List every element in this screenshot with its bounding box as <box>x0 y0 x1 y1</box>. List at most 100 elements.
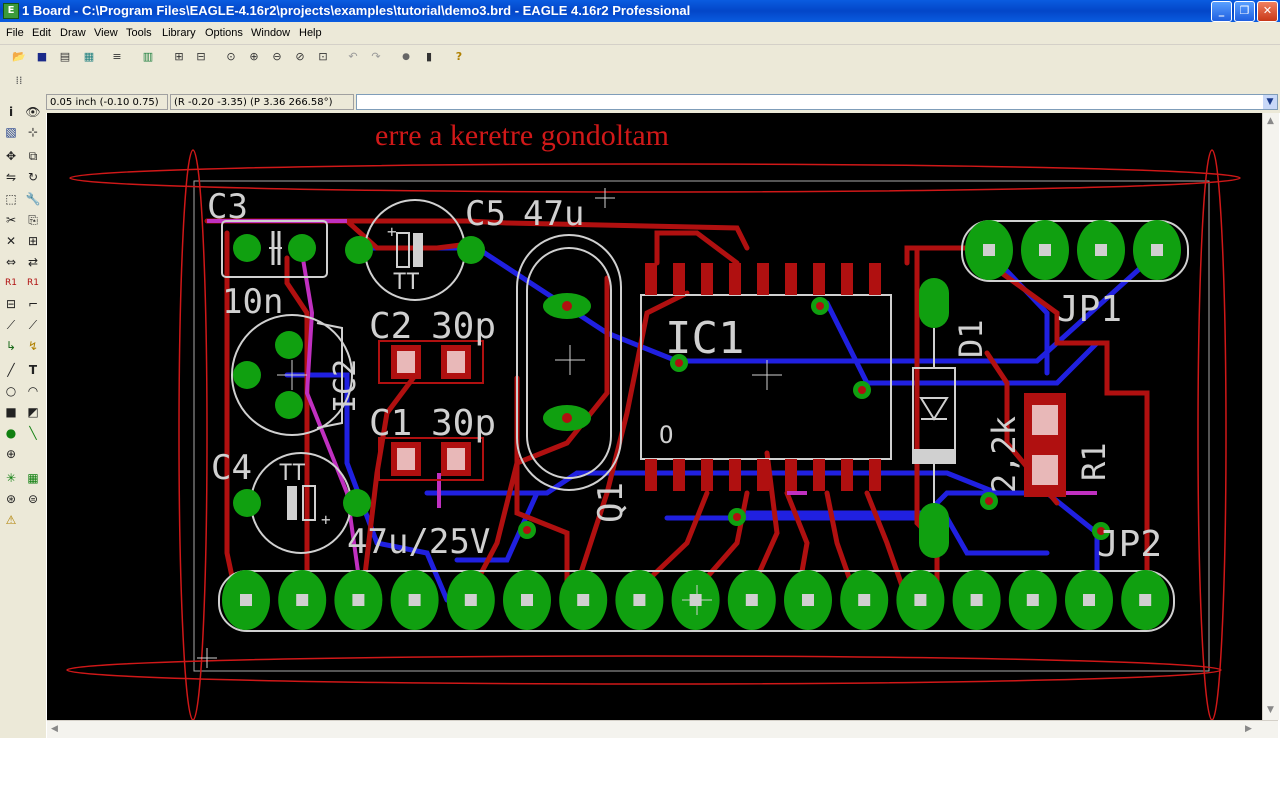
delete-icon[interactable]: ✕ <box>3 233 19 249</box>
hole-icon[interactable]: ⊕ <box>3 446 19 462</box>
grid-coordinate-display: 0.05 inch (-0.10 0.75) <box>46 94 168 110</box>
via-icon[interactable]: ● <box>3 425 19 441</box>
jp2-pad-drill <box>914 594 927 606</box>
c4-value: 47u/25V <box>347 522 490 562</box>
jp2-pad-drill <box>577 594 590 606</box>
display-icon[interactable]: ▧ <box>3 124 19 140</box>
miter-icon[interactable]: ⌐ <box>25 296 41 312</box>
zoom-redraw-icon[interactable]: ⊘ <box>291 48 309 66</box>
cut-icon[interactable]: ✂ <box>3 212 19 228</box>
zoom-out-icon[interactable]: ⊖ <box>268 48 286 66</box>
undo-icon[interactable]: ↶ <box>344 48 362 66</box>
scroll-right-icon[interactable]: ▶ <box>1245 724 1252 734</box>
copy-icon[interactable]: ⧉ <box>25 148 41 164</box>
circle-icon[interactable]: ○ <box>3 383 19 399</box>
r1-value: 2,2k <box>985 416 1023 493</box>
horizontal-scrollbar[interactable]: ◀ ▶ <box>47 720 1278 738</box>
menu-tools[interactable]: Tools <box>126 27 152 39</box>
change-icon[interactable]: 🔧 <box>25 191 41 207</box>
wire-icon[interactable]: ╱ <box>3 362 19 378</box>
zoom-in-icon[interactable]: ⊕ <box>245 48 263 66</box>
rotate-icon[interactable]: ↻ <box>25 169 41 185</box>
desktop-background <box>0 738 1280 800</box>
r1-label: R1 <box>1075 442 1113 481</box>
ic2-label: IC2 <box>328 359 363 413</box>
redo-icon[interactable]: ↷ <box>367 48 385 66</box>
board-canvas[interactable]: O IC1 Q1 C3 10n + TT C5 47u C2 30p C1 30… <box>47 113 1262 720</box>
c3-pad-1 <box>233 234 261 262</box>
cam-icon[interactable]: ▦ <box>80 48 98 66</box>
stop-icon[interactable]: ● <box>397 48 415 66</box>
c5-plus: + <box>387 222 397 241</box>
command-line-input[interactable]: ▼ <box>356 94 1278 110</box>
move-icon[interactable]: ✥ <box>3 148 19 164</box>
annotation-ellipse-right <box>1197 149 1227 720</box>
value-icon[interactable]: R1 <box>25 275 41 291</box>
route-icon[interactable]: ↳ <box>3 338 19 354</box>
open-icon[interactable]: 📂 <box>10 48 28 66</box>
library-icon[interactable]: ▥ <box>139 48 157 66</box>
rect-icon[interactable]: ■ <box>3 404 19 420</box>
errors-icon[interactable]: ⚠ <box>3 512 19 528</box>
save-icon[interactable]: ■ <box>33 48 51 66</box>
auto-icon[interactable]: ▦ <box>25 470 41 486</box>
q1-label: Q1 <box>591 482 631 523</box>
signal-icon[interactable]: ╲ <box>25 425 41 441</box>
replace-icon[interactable]: ⇄ <box>25 254 41 270</box>
c5-pad-1 <box>345 236 373 264</box>
minimize-button[interactable]: _ <box>1211 1 1232 22</box>
smash-icon[interactable]: ⊟ <box>3 296 19 312</box>
ripup-icon[interactable]: ↯ <box>25 338 41 354</box>
add-icon[interactable]: ⊞ <box>25 233 41 249</box>
jp2-label: JP2 <box>1097 524 1162 565</box>
d1-pad-1 <box>919 278 949 328</box>
print-icon[interactable]: ▤ <box>56 48 74 66</box>
pinswap-icon[interactable]: ⇔ <box>3 254 19 270</box>
zoom-select-icon[interactable]: ⊡ <box>314 48 332 66</box>
chevron-down-icon[interactable]: ▼ <box>1263 95 1277 109</box>
maximize-button[interactable]: ❐ <box>1234 1 1255 22</box>
menu-library[interactable]: Library <box>162 27 196 39</box>
ic2-pad-2 <box>233 361 261 389</box>
mirror-icon[interactable]: ⇋ <box>3 169 19 185</box>
erc-icon[interactable]: ⊛ <box>3 491 19 507</box>
menu-file[interactable]: File <box>6 27 24 39</box>
menu-view[interactable]: View <box>94 27 118 39</box>
mark-icon[interactable]: ⊹ <box>25 124 41 140</box>
go-icon[interactable]: ▮ <box>420 48 438 66</box>
name-icon[interactable]: R1 <box>3 275 19 291</box>
script-icon[interactable]: ≡ <box>108 48 126 66</box>
scroll-left-icon[interactable]: ◀ <box>51 724 58 734</box>
drc-icon[interactable]: ⊜ <box>25 491 41 507</box>
help-icon[interactable]: ? <box>450 48 468 66</box>
menu-window[interactable]: Window <box>251 27 290 39</box>
paste-icon[interactable]: ⎘ <box>25 212 41 228</box>
ratsnest-icon[interactable]: ✳ <box>3 470 19 486</box>
polar-coordinate-display: (R -0.20 -3.35) (P 3.36 266.58°) <box>170 94 354 110</box>
zoom-fit-icon[interactable]: ⊙ <box>222 48 240 66</box>
group-icon[interactable]: ⬚ <box>3 191 19 207</box>
menu-draw[interactable]: Draw <box>60 27 86 39</box>
menu-help[interactable]: Help <box>299 27 322 39</box>
scroll-up-icon[interactable]: ▲ <box>1267 116 1274 126</box>
run-ulp-icon[interactable]: ⊟ <box>192 48 210 66</box>
text-icon[interactable]: T <box>25 362 41 378</box>
arc-icon[interactable]: ◠ <box>25 383 41 399</box>
optimize-icon[interactable]: ⟋ <box>25 317 41 333</box>
info-icon[interactable]: i <box>3 104 19 120</box>
c4-label: C4 <box>211 448 252 488</box>
menu-edit[interactable]: Edit <box>32 27 51 39</box>
vertical-scrollbar[interactable]: ▲ ▼ <box>1262 113 1279 720</box>
grid-icon[interactable]: ⁞⁞ <box>10 72 28 90</box>
eagle-app-icon[interactable]: E <box>3 3 19 19</box>
show-icon[interactable]: 👁 <box>25 104 41 120</box>
polygon-icon[interactable]: ◩ <box>25 404 41 420</box>
jp2-pad-drill <box>296 594 309 606</box>
close-button[interactable]: ✕ <box>1257 1 1278 22</box>
scroll-down-icon[interactable]: ▼ <box>1267 705 1274 715</box>
c2-label: C2 <box>369 306 412 347</box>
split-icon[interactable]: ⟋ <box>3 317 19 333</box>
ulp-icon[interactable]: ⊞ <box>170 48 188 66</box>
c4-tt-mark: TT <box>279 461 306 486</box>
menu-options[interactable]: Options <box>205 27 243 39</box>
